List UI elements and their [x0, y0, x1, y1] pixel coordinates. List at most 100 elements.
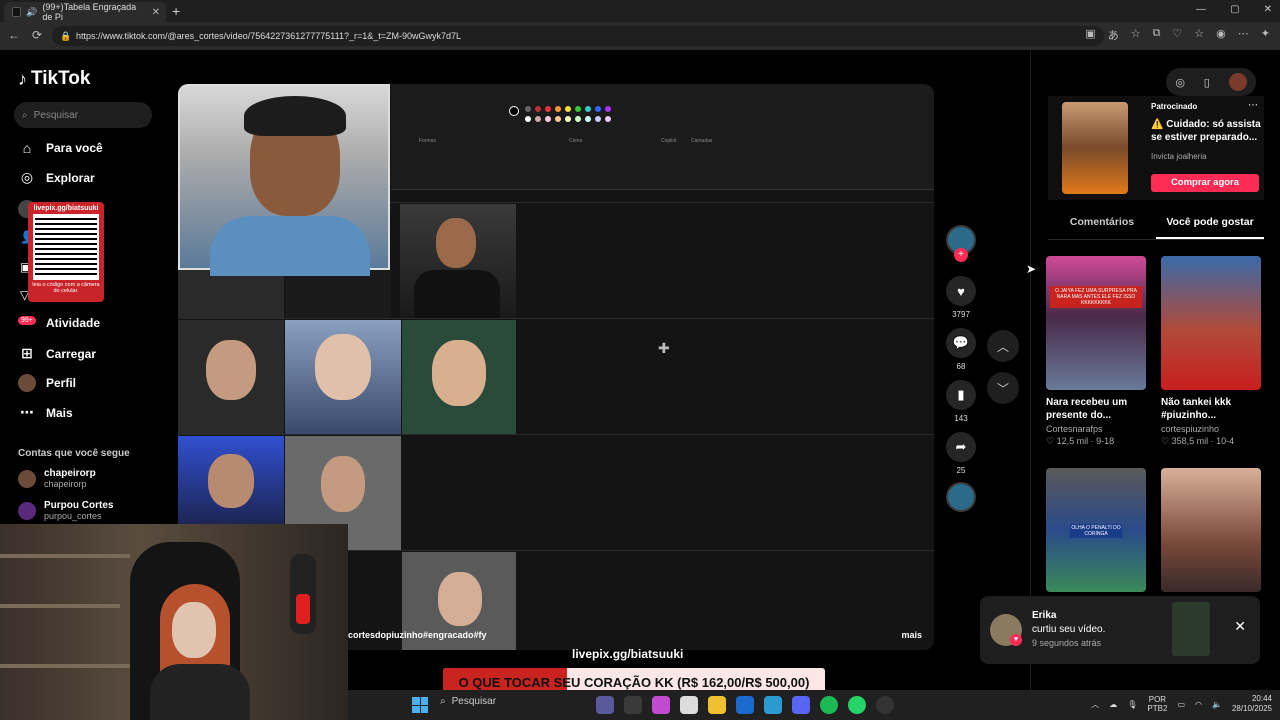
grid-line: [178, 434, 934, 435]
video-stats: ♡ 358,5 mil · 10-4: [1161, 436, 1235, 446]
wifi-icon[interactable]: ◠: [1195, 700, 1202, 709]
chevron-up-icon[interactable]: ︿: [1091, 699, 1099, 710]
maximize-button[interactable]: ▢: [1230, 4, 1239, 15]
comment-button[interactable]: 💬 68: [946, 328, 976, 371]
like-count: 3797: [952, 310, 970, 319]
compass-icon[interactable]: ◎: [1175, 76, 1185, 89]
avatar: [18, 501, 36, 520]
recommended-video[interactable]: O JAIYA FEZ UMA SURPRESA PRA NARA MAS AN…: [1046, 256, 1146, 447]
translate-icon[interactable]: あ: [1108, 27, 1119, 43]
share-icon: ➦: [946, 432, 976, 462]
edge-icon[interactable]: [764, 696, 782, 714]
new-tab-button[interactable]: +: [172, 3, 180, 19]
streamer-tile: [402, 320, 516, 434]
color-swatch: [585, 116, 591, 122]
ad-more-icon[interactable]: ⋯: [1248, 100, 1258, 111]
paint-label: Formas: [419, 138, 436, 144]
sidebar-item-upload[interactable]: ⊞ Carregar: [18, 345, 96, 362]
collections-icon[interactable]: ☆: [1194, 27, 1204, 43]
recommended-video[interactable]: Não tankei kkk #piuzinho... cortespiuzin…: [1161, 256, 1261, 447]
search-icon: ⌕: [22, 109, 28, 121]
profile-avatar-icon[interactable]: ◉: [1216, 27, 1226, 43]
volume-icon[interactable]: 🔈: [1212, 700, 1222, 709]
taskbar-search[interactable]: ⌕ Pesquisar: [440, 696, 496, 707]
discord-icon[interactable]: [792, 696, 810, 714]
next-video-button[interactable]: ﹀: [987, 372, 1019, 404]
tab-close-button[interactable]: ✕: [152, 7, 160, 18]
clock[interactable]: 20:44 28/10/2025: [1232, 694, 1272, 715]
sidebar-item-more[interactable]: ⋯ Mais: [18, 404, 73, 421]
mic-icon[interactable]: 🎙: [1127, 700, 1137, 709]
color-swatch: [585, 106, 591, 112]
sponsored-ad[interactable]: Patrocinado ⋯ ⚠️ Cuidado: só assista se …: [1048, 96, 1264, 200]
streamer-tile: [400, 204, 516, 318]
url-field[interactable]: 🔒 https://www.tiktok.com/@ares_cortes/vi…: [52, 26, 1104, 46]
split-screen-icon[interactable]: ▣: [1085, 27, 1095, 43]
close-icon[interactable]: ✕: [1234, 618, 1246, 635]
sidebar-item-profile[interactable]: Perfil: [18, 374, 76, 392]
like-button[interactable]: ♥ 3797: [946, 276, 976, 319]
browser-tab[interactable]: 🔊 (99+)Tabela Engraçada de Pi ✕: [4, 2, 166, 22]
video-title: Nara recebeu um presente do...: [1046, 397, 1128, 421]
color-swatch: [555, 106, 561, 112]
ad-thumbnail[interactable]: [1062, 102, 1128, 194]
qr-title: livepix.gg/biatsuuki: [33, 205, 99, 212]
copilot-icon[interactable]: [652, 696, 670, 714]
notification-thumbnail[interactable]: [1172, 602, 1210, 656]
sidebar-item-explore[interactable]: ◎ Explorar: [18, 169, 95, 186]
buy-now-button[interactable]: Comprar agora: [1151, 174, 1259, 192]
close-window-button[interactable]: ✕: [1264, 4, 1272, 15]
tab-you-may-like[interactable]: Você pode gostar: [1156, 216, 1264, 239]
display-icon[interactable]: ▭: [1177, 700, 1185, 709]
obs-icon[interactable]: [876, 696, 894, 714]
spotify-icon[interactable]: [820, 696, 838, 714]
language-indicator[interactable]: POR PTB2: [1147, 695, 1167, 714]
sidebar-item-for-you[interactable]: ⌂ Para você: [18, 140, 103, 156]
store-icon[interactable]: [680, 696, 698, 714]
cloud-icon[interactable]: ☁: [1109, 700, 1117, 709]
back-icon[interactable]: ←: [8, 28, 20, 42]
previous-video-button[interactable]: ︿: [987, 330, 1019, 362]
settings-more-icon[interactable]: ⋯: [1238, 27, 1249, 43]
share-button[interactable]: ➦ 25: [946, 432, 976, 475]
sidebar-item-activity[interactable]: Atividade: [18, 316, 100, 330]
outlook-icon[interactable]: [736, 696, 754, 714]
minimize-button[interactable]: —: [1196, 4, 1206, 15]
extensions-icon[interactable]: ⧉: [1153, 27, 1161, 43]
paint-toolbar-in-video: Formas Cores Copilot Camadas: [391, 84, 934, 190]
file-explorer-icon[interactable]: [708, 696, 726, 714]
widgets-icon[interactable]: [624, 696, 642, 714]
notification-message: curtiu seu vídeo.: [1032, 624, 1106, 635]
like-notification[interactable]: ♥ Erika curtiu seu vídeo. 9 segundos atr…: [980, 596, 1260, 664]
refresh-icon[interactable]: ⟳: [32, 28, 42, 42]
tiktok-note-icon: ♪: [18, 68, 27, 89]
search-input[interactable]: ⌕ Pesquisar: [14, 102, 152, 128]
whatsapp-icon[interactable]: [848, 696, 866, 714]
recommended-video[interactable]: OLHA O PENALTI DO CORINGA: [1046, 468, 1146, 592]
save-count: 143: [954, 414, 968, 423]
color-swatch: [535, 106, 541, 112]
user-avatar[interactable]: [1228, 73, 1247, 91]
video-caption[interactable]: cortesdopiuzinho#engracado#fy: [348, 630, 487, 640]
browser-essentials-icon[interactable]: ♡: [1172, 27, 1182, 43]
speaker-icon[interactable]: 🔊: [26, 7, 37, 18]
save-button[interactable]: ▮ 143: [946, 380, 976, 423]
lock-icon[interactable]: 🔒: [60, 31, 71, 42]
music-disc-icon[interactable]: [946, 482, 976, 512]
recommended-video[interactable]: [1161, 468, 1261, 592]
following-account[interactable]: Purpou Cortes purpou_cortes: [18, 500, 113, 521]
right-panel-tabs: Comentários Você pode gostar: [1048, 216, 1264, 240]
color-swatch: [545, 106, 551, 112]
tab-comments[interactable]: Comentários: [1048, 216, 1156, 239]
caption-more-link[interactable]: mais: [901, 630, 922, 640]
tiktok-logo[interactable]: ♪ TikTok: [18, 68, 90, 90]
phone-icon[interactable]: ▯: [1204, 76, 1210, 89]
favorite-star-icon[interactable]: ☆: [1131, 27, 1141, 43]
task-view-icon[interactable]: [596, 696, 614, 714]
windows-start-icon[interactable]: [412, 697, 428, 713]
follow-plus-button[interactable]: +: [954, 248, 968, 262]
streamer-tile: [178, 320, 284, 434]
copilot-icon[interactable]: ✦: [1261, 27, 1270, 43]
color-swatch: [545, 116, 551, 122]
following-account[interactable]: chapeirorp chapeirorp: [18, 468, 96, 489]
